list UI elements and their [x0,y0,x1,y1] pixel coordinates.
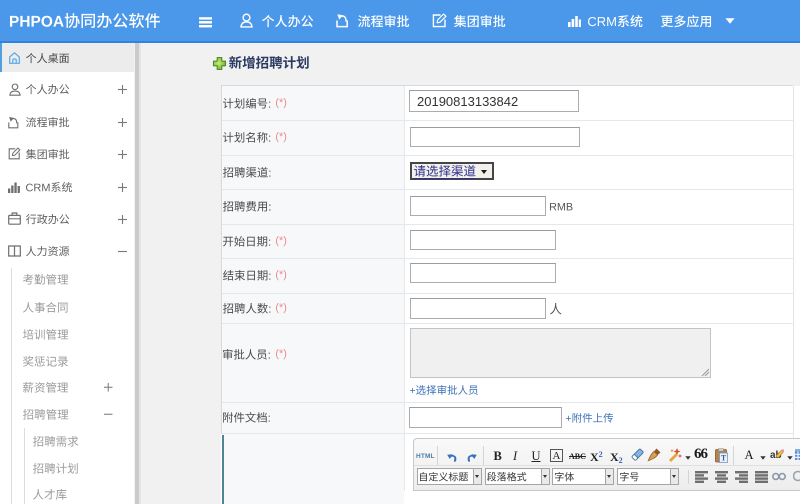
svg-text:T: T [721,454,727,463]
